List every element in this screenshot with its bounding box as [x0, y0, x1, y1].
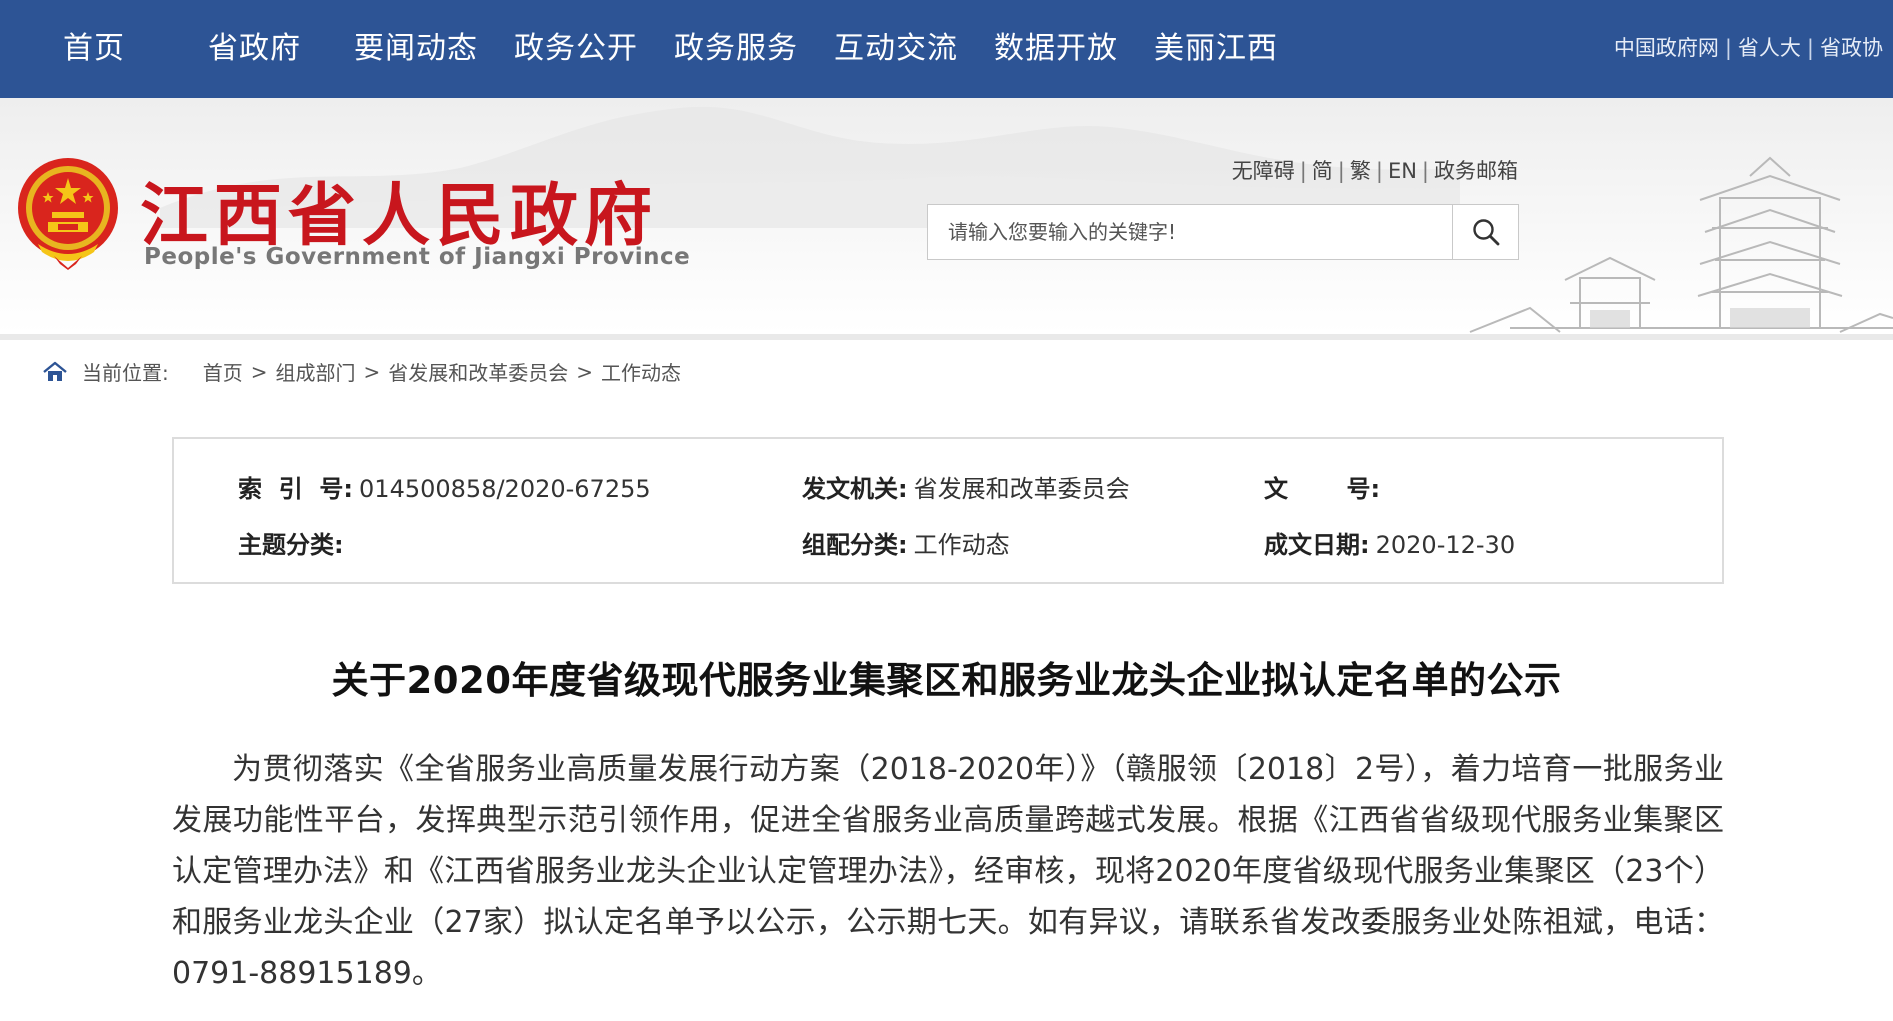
link-provincial-cppcc[interactable]: 省政协 — [1820, 36, 1883, 60]
issuer-value: 省发展和改革委员会 — [913, 475, 1130, 503]
separator: | — [1299, 159, 1307, 183]
nav-item-home[interactable]: 首页 — [63, 0, 125, 98]
breadcrumb-separator: > — [363, 359, 381, 384]
topic-field: 主题分类: — [238, 525, 350, 560]
header-divider — [0, 334, 1893, 340]
breadcrumb-separator: > — [250, 359, 268, 384]
nav-item-open-data[interactable]: 数据开放 — [994, 0, 1118, 98]
breadcrumb-separator: > — [576, 359, 594, 384]
external-links: 中国政府网 | 省人大 | 省政协 — [1614, 32, 1883, 62]
issuer-field: 发文机关: 省发展和改革委员会 — [802, 469, 1130, 504]
article-body: 为贯彻落实《全省服务业高质量发展行动方案（2018-2020年）》（赣服领〔20… — [172, 752, 1724, 991]
nav-item-government-affairs-open[interactable]: 政务公开 — [514, 0, 638, 98]
separator: | — [1375, 159, 1383, 183]
site-subtitle: People's Government of Jiangxi Province — [144, 244, 691, 270]
separator: | — [1724, 36, 1732, 60]
search-icon — [1472, 219, 1499, 246]
search-input[interactable] — [928, 205, 1453, 259]
english-link[interactable]: EN — [1388, 159, 1417, 183]
nav-item-government-services[interactable]: 政务服务 — [674, 0, 798, 98]
breadcrumb: 当前位置: 首页 > 组成部门 > 省发展和改革委员会 > 工作动态 — [42, 357, 681, 386]
breadcrumb-ndrc[interactable]: 省发展和改革委员会 — [388, 357, 568, 386]
document-info-box: 索 引 号: 014500858/2020-67255 发文机关: 省发展和改革委员… — [172, 437, 1724, 584]
topic-label: 主题分类: — [238, 531, 344, 559]
issuer-label: 发文机关: — [802, 475, 908, 503]
date-field: 成文日期: 2020-12-30 — [1264, 525, 1515, 560]
home-icon — [43, 361, 67, 381]
document-number-label: 文 号: — [1264, 475, 1381, 503]
simplified-chinese-link[interactable]: 简 — [1312, 159, 1333, 183]
category-field: 组配分类: 工作动态 — [802, 525, 1010, 560]
index-number-field: 索 引 号: 014500858/2020-67255 — [238, 469, 651, 504]
top-nav-bar: 首页 省政府 要闻动态 政务公开 政务服务 互动交流 数据开放 美丽江西 中国政… — [0, 0, 1893, 98]
national-emblem-logo — [18, 158, 118, 270]
category-label: 组配分类: — [802, 531, 908, 559]
breadcrumb-work-news[interactable]: 工作动态 — [601, 357, 681, 386]
breadcrumb-home[interactable]: 首页 — [203, 357, 243, 386]
index-number-label: 索 引 号: — [238, 475, 354, 503]
index-number-value: 014500858/2020-67255 — [359, 475, 651, 503]
search-box — [927, 204, 1519, 260]
separator: | — [1421, 159, 1429, 183]
category-value: 工作动态 — [913, 531, 1010, 559]
breadcrumb-departments[interactable]: 组成部门 — [276, 357, 356, 386]
nav-item-beautiful-jiangxi[interactable]: 美丽江西 — [1154, 0, 1278, 98]
document-number-field: 文 号: — [1264, 469, 1386, 504]
government-mailbox-link[interactable]: 政务邮箱 — [1434, 159, 1518, 183]
separator: | — [1337, 159, 1345, 183]
nav-item-news[interactable]: 要闻动态 — [354, 0, 478, 98]
separator: | — [1806, 36, 1814, 60]
link-provincial-congress[interactable]: 省人大 — [1738, 36, 1801, 60]
traditional-chinese-link[interactable]: 繁 — [1350, 159, 1371, 183]
breadcrumb-label: 当前位置: — [82, 361, 169, 385]
nav-item-provincial-government[interactable]: 省政府 — [208, 0, 301, 98]
article-title: 关于2020年度省级现代服务业集聚区和服务业龙头企业拟认定名单的公示 — [331, 659, 1562, 702]
search-button[interactable] — [1452, 205, 1518, 259]
link-china-gov[interactable]: 中国政府网 — [1614, 36, 1719, 60]
accessibility-link[interactable]: 无障碍 — [1232, 159, 1295, 183]
nav-item-interaction[interactable]: 互动交流 — [834, 0, 958, 98]
date-value: 2020-12-30 — [1375, 531, 1516, 559]
header-tools: 无障碍 | 简 | 繁 | EN | 政务邮箱 — [1232, 155, 1518, 185]
date-label: 成文日期: — [1264, 531, 1370, 559]
